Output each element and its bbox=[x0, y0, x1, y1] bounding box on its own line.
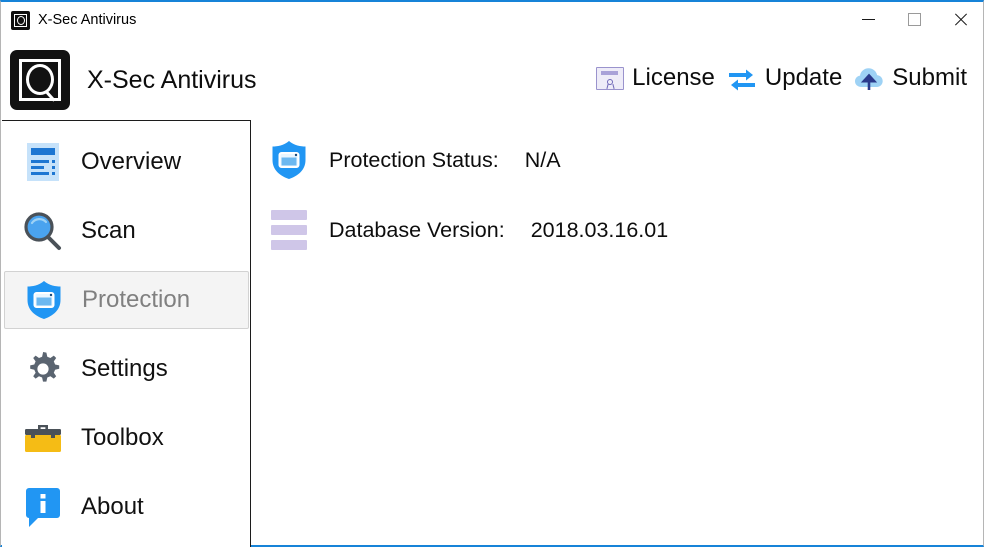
document-icon bbox=[27, 143, 59, 181]
sidebar-item-protection[interactable]: Protection bbox=[4, 271, 249, 329]
settings-icon-wrap bbox=[22, 348, 64, 390]
submit-label: Submit bbox=[892, 64, 967, 91]
document-line bbox=[31, 172, 49, 175]
shield-icon bbox=[27, 281, 61, 319]
title-bar: X-Sec Antivirus bbox=[1, 2, 983, 38]
license-label: License bbox=[632, 64, 715, 91]
document-line bbox=[31, 160, 49, 163]
toolbox-icon bbox=[25, 425, 61, 452]
database-bar bbox=[271, 210, 307, 220]
sidebar-item-label: Toolbox bbox=[81, 424, 164, 451]
protection-status-icon-wrap bbox=[267, 138, 311, 182]
database-version-row: Database Version: 2018.03.16.01 bbox=[267, 208, 668, 252]
app-window: X-Sec Antivirus X-Sec Antivirus License … bbox=[0, 0, 984, 547]
license-ribbon-right bbox=[612, 83, 615, 89]
document-dot bbox=[52, 172, 55, 175]
sidebar-item-toolbox[interactable]: Toolbox bbox=[4, 409, 249, 467]
protection-status-row: Protection Status: N/A bbox=[267, 138, 561, 182]
protection-icon-wrap bbox=[23, 279, 65, 321]
sidebar-item-label: Scan bbox=[81, 217, 136, 244]
magnifier-icon bbox=[24, 212, 61, 250]
maximize-icon bbox=[907, 12, 921, 26]
maximize-button[interactable] bbox=[891, 2, 937, 36]
title-bar-left: X-Sec Antivirus bbox=[1, 10, 137, 30]
sidebar-item-settings[interactable]: Settings bbox=[4, 340, 249, 398]
document-dot bbox=[52, 166, 55, 169]
document-line bbox=[31, 166, 44, 169]
brand-name: X-Sec Antivirus bbox=[87, 65, 257, 94]
database-version-value: 2018.03.16.01 bbox=[530, 217, 669, 242]
update-label: Update bbox=[764, 64, 843, 91]
database-bar bbox=[271, 240, 307, 250]
sidebar-item-scan[interactable]: Scan bbox=[4, 202, 249, 260]
sidebar: Overview Scan Protection Settings Toolbo… bbox=[2, 120, 251, 547]
about-icon-wrap bbox=[22, 486, 64, 528]
database-icon-wrap bbox=[267, 208, 311, 252]
sidebar-item-about[interactable]: About bbox=[4, 478, 249, 536]
close-button[interactable] bbox=[937, 2, 983, 36]
brand-logo-lens bbox=[26, 64, 54, 95]
cloud-upload-icon bbox=[855, 68, 883, 90]
license-button[interactable]: License bbox=[596, 64, 715, 92]
sidebar-item-label: About bbox=[81, 493, 144, 520]
gear-icon bbox=[30, 352, 60, 382]
info-bubble-icon bbox=[26, 488, 60, 527]
document-dot bbox=[52, 160, 55, 163]
license-certificate-icon bbox=[596, 66, 625, 90]
sidebar-item-label: Protection bbox=[82, 286, 191, 313]
brand-logo-icon bbox=[10, 50, 70, 110]
sidebar-item-label: Settings bbox=[81, 355, 168, 382]
app-header: X-Sec Antivirus License Update Submit bbox=[1, 38, 983, 120]
app-logo-lens bbox=[16, 15, 25, 25]
protection-status-value: N/A bbox=[524, 147, 561, 172]
shield-icon bbox=[272, 141, 306, 179]
window-controls bbox=[845, 2, 983, 36]
database-version-label: Database Version: bbox=[329, 217, 505, 242]
window-title: X-Sec Antivirus bbox=[38, 12, 137, 28]
scan-icon-wrap bbox=[22, 210, 64, 252]
update-button[interactable]: Update bbox=[727, 64, 842, 92]
sync-arrows-icon bbox=[728, 69, 755, 91]
app-logo-icon bbox=[11, 10, 30, 30]
sidebar-item-overview[interactable]: Overview bbox=[4, 133, 249, 191]
submit-button[interactable]: Submit bbox=[854, 64, 967, 92]
close-icon bbox=[953, 12, 968, 27]
toolbox-icon-wrap bbox=[22, 417, 64, 459]
header-actions: License Update Submit bbox=[596, 64, 967, 92]
document-header-bar bbox=[31, 148, 55, 155]
minimize-icon bbox=[861, 18, 875, 20]
main-content: Protection Status: N/A Database Version:… bbox=[253, 122, 979, 545]
protection-status-label: Protection Status: bbox=[329, 147, 499, 172]
brand: X-Sec Antivirus bbox=[10, 50, 257, 110]
overview-icon-wrap bbox=[22, 141, 64, 183]
sidebar-item-label: Overview bbox=[81, 148, 182, 175]
license-bar bbox=[601, 71, 619, 75]
license-ribbon-left bbox=[606, 83, 609, 89]
database-bar bbox=[271, 225, 307, 235]
minimize-button[interactable] bbox=[845, 2, 891, 36]
database-icon bbox=[271, 210, 307, 250]
